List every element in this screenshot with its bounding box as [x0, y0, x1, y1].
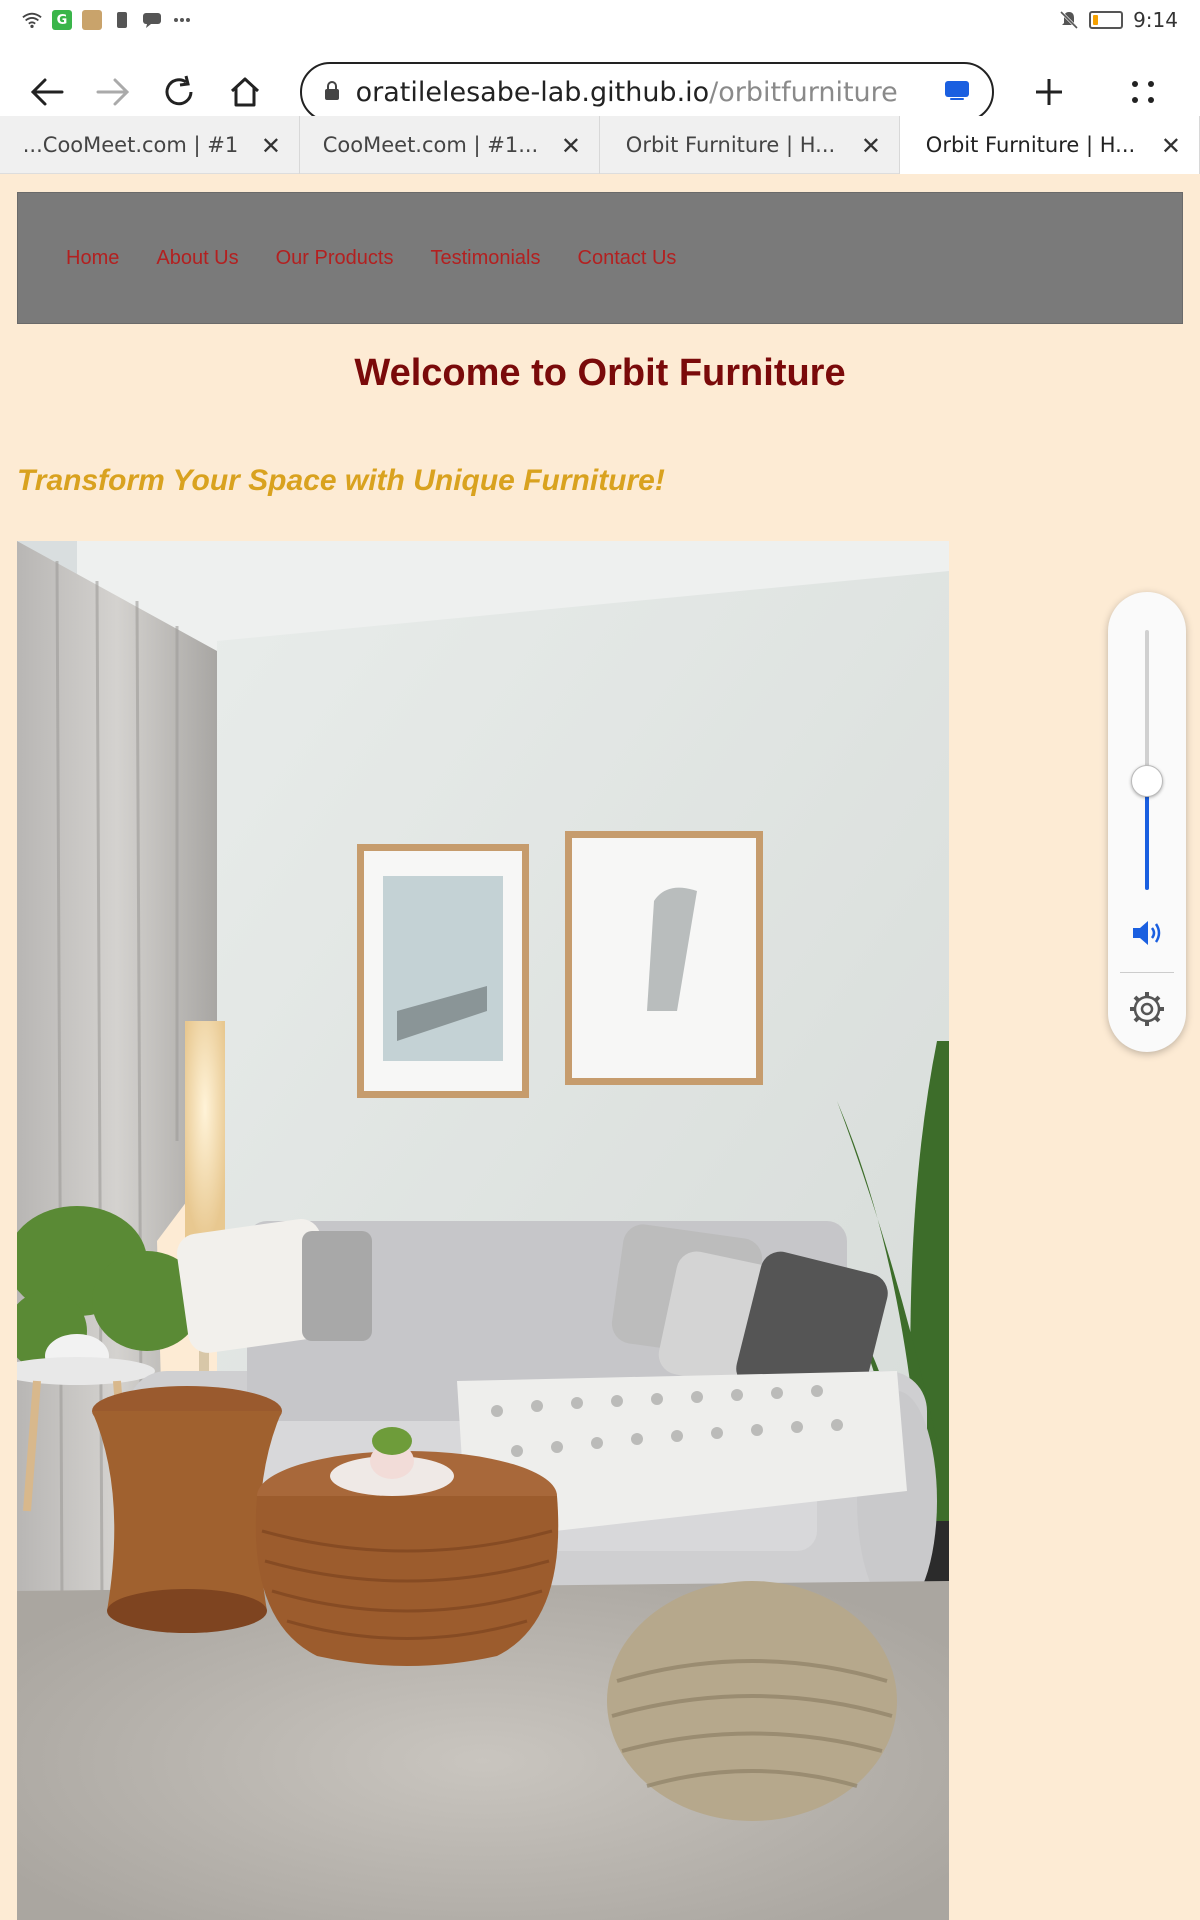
- status-bar: G 9:14: [0, 0, 1200, 40]
- plus-icon: [1035, 79, 1062, 105]
- grammarly-app-icon: G: [52, 10, 72, 30]
- back-button[interactable]: [18, 61, 76, 123]
- close-icon[interactable]: ✕: [261, 132, 281, 160]
- nav-link-about[interactable]: About Us: [156, 247, 238, 270]
- tab-1[interactable]: CooMeet.com | #1... ✕: [0, 116, 300, 174]
- close-icon[interactable]: ✕: [1161, 132, 1181, 160]
- nav-link-contact[interactable]: Contact Us: [578, 247, 677, 270]
- site-nav: Home About Us Our Products Testimonials …: [17, 192, 1183, 324]
- reload-button[interactable]: [150, 61, 208, 123]
- speaker-icon[interactable]: [1130, 918, 1164, 952]
- lock-icon: [324, 77, 340, 108]
- tab-label: CooMeet.com | #1...: [22, 133, 239, 157]
- menu-button[interactable]: [1112, 61, 1174, 123]
- tab-label: CooMeet.com | #1...: [322, 133, 539, 157]
- gear-icon[interactable]: [1128, 990, 1166, 1032]
- cast-icon[interactable]: [944, 77, 970, 108]
- status-left: G: [22, 10, 192, 30]
- divider: [1120, 972, 1174, 973]
- menu-dots-icon: [1131, 81, 1154, 103]
- battery-icon: [1089, 11, 1124, 29]
- toolbar-actions: [1018, 61, 1182, 123]
- arrow-right-icon: [96, 78, 129, 106]
- new-tab-button[interactable]: [1018, 61, 1080, 123]
- tab-3[interactable]: Orbit Furniture | H... ✕: [600, 116, 900, 174]
- page-title: Welcome to Orbit Furniture: [354, 352, 846, 394]
- more-icon: [172, 10, 192, 30]
- status-time: 9:14: [1133, 8, 1178, 32]
- reload-icon: [165, 75, 193, 106]
- web-page: Home About Us Our Products Testimonials …: [0, 174, 1200, 1920]
- tagline: Transform Your Space with Unique Furnitu…: [17, 464, 665, 497]
- tab-label: Orbit Furniture | H...: [925, 133, 1136, 157]
- gallery-app-icon: [82, 10, 102, 30]
- tab-2[interactable]: CooMeet.com | #1... ✕: [300, 116, 600, 174]
- volume-panel: [1108, 592, 1186, 1052]
- tab-label: Orbit Furniture | H...: [625, 133, 836, 157]
- arrow-left-icon: [30, 78, 64, 106]
- url-domain: oratilelesabe-lab.github.io: [355, 76, 710, 108]
- home-icon: [230, 77, 259, 107]
- nav-link-products[interactable]: Our Products: [276, 247, 394, 270]
- living-room-illustration: [17, 541, 949, 1920]
- nav-link-home[interactable]: Home: [66, 247, 119, 270]
- bell-muted-icon: [1059, 10, 1079, 30]
- tab-4-active[interactable]: Orbit Furniture | H... ✕: [900, 116, 1200, 174]
- close-icon[interactable]: ✕: [561, 132, 581, 160]
- tab-strip: CooMeet.com | #1... ✕ CooMeet.com | #1..…: [0, 116, 1200, 174]
- chat-icon: [142, 10, 162, 30]
- volume-slider-thumb[interactable]: [1131, 765, 1163, 797]
- nav-link-testimonials[interactable]: Testimonials: [430, 247, 540, 270]
- status-right: 9:14: [1059, 8, 1178, 32]
- forward-button[interactable]: [84, 61, 142, 123]
- volume-fill: [1145, 781, 1149, 890]
- hero-living-room-image: [17, 541, 949, 1920]
- sim-icon: [112, 10, 132, 30]
- battery-level-fill: [1093, 15, 1099, 25]
- wifi-icon: [22, 10, 42, 30]
- close-icon[interactable]: ✕: [861, 132, 881, 160]
- url-path: /orbitfurniture: [709, 76, 898, 108]
- address-bar[interactable]: oratilelesabe-lab.github.io/orbitfurnitu…: [299, 62, 994, 122]
- home-button[interactable]: [216, 61, 274, 123]
